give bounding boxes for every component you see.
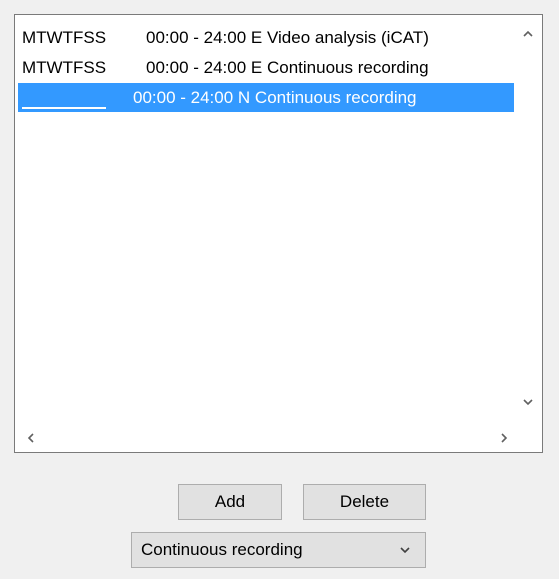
schedule-description: 00:00 - 24:00 E Continuous recording bbox=[146, 58, 429, 77]
scroll-down-arrow-icon[interactable] bbox=[519, 395, 537, 413]
schedule-days: MTWTFSS bbox=[22, 28, 107, 47]
scroll-left-arrow-icon[interactable] bbox=[22, 431, 40, 449]
schedule-list-content: MTWTFSS 00:00 - 24:00 E Video analysis (… bbox=[16, 16, 516, 426]
recording-mode-select[interactable]: Continuous recording bbox=[131, 532, 426, 568]
schedule-panel: MTWTFSS 00:00 - 24:00 E Video analysis (… bbox=[0, 0, 559, 579]
schedule-list-item[interactable]: MTWTFSS 00:00 - 24:00 E Video analysis (… bbox=[18, 23, 516, 52]
schedule-description: 00:00 - 24:00 E Video analysis (iCAT) bbox=[146, 28, 429, 47]
scroll-up-arrow-icon[interactable] bbox=[519, 27, 537, 45]
schedule-days-blank bbox=[22, 89, 106, 109]
horizontal-scrollbar[interactable] bbox=[16, 429, 541, 451]
schedule-list-item-selected[interactable]: 00:00 - 24:00 N Continuous recording bbox=[18, 83, 514, 112]
schedule-description: 00:00 - 24:00 N Continuous recording bbox=[133, 88, 417, 107]
schedule-list-item[interactable]: MTWTFSS 00:00 - 24:00 E Continuous recor… bbox=[18, 53, 516, 82]
chevron-down-icon bbox=[395, 533, 415, 579]
delete-button[interactable]: Delete bbox=[303, 484, 426, 520]
add-button[interactable]: Add bbox=[178, 484, 282, 520]
recording-mode-value: Continuous recording bbox=[141, 540, 303, 559]
schedule-listbox[interactable]: MTWTFSS 00:00 - 24:00 E Video analysis (… bbox=[14, 14, 543, 453]
schedule-days: MTWTFSS bbox=[22, 58, 107, 77]
scroll-right-arrow-icon[interactable] bbox=[495, 431, 513, 449]
